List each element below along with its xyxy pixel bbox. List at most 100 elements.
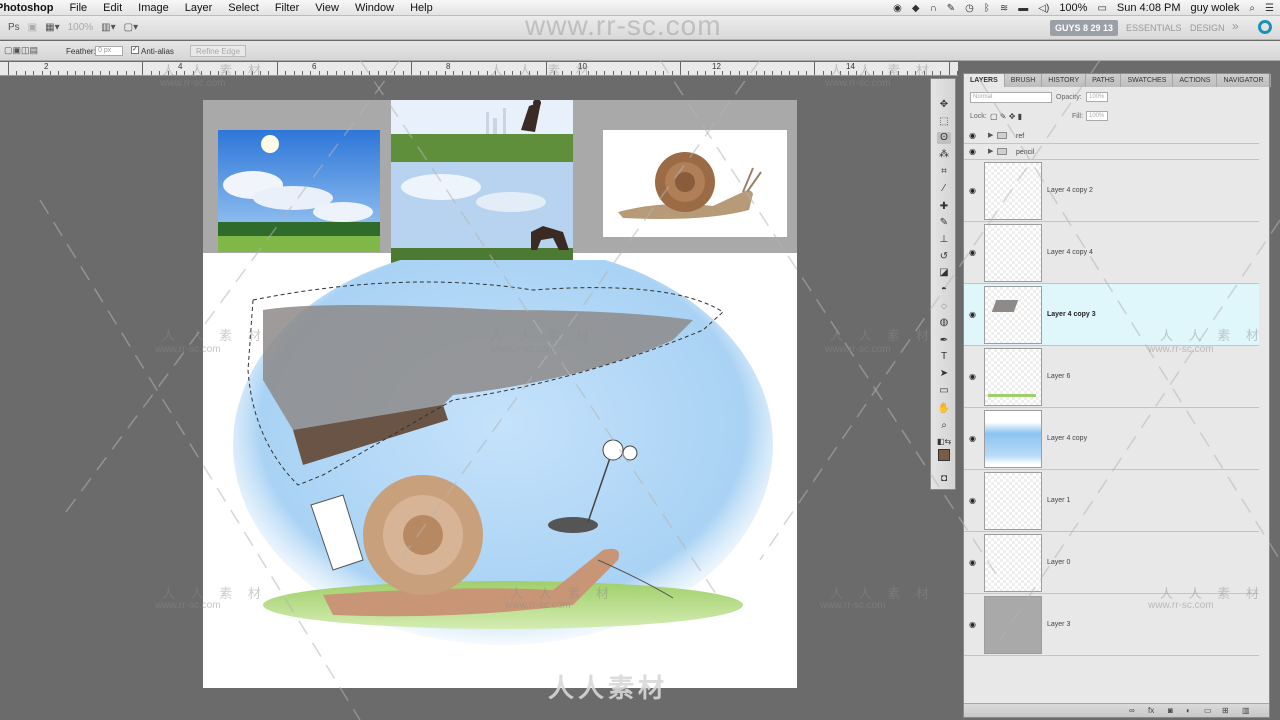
- launch-bridge-icon[interactable]: Ps: [8, 22, 20, 33]
- tab-navigator[interactable]: NAVIGATOR: [1217, 74, 1271, 87]
- workspace-design[interactable]: DESIGN: [1190, 23, 1225, 33]
- menu-file[interactable]: File: [61, 2, 95, 14]
- eyedropper-tool-icon[interactable]: ⁄: [937, 183, 951, 195]
- eraser-tool-icon[interactable]: ◪: [937, 267, 951, 279]
- layer-row[interactable]: ◉ Layer 1: [964, 470, 1259, 532]
- visibility-eye-icon[interactable]: ◉: [969, 435, 979, 443]
- visibility-eye-icon[interactable]: ◉: [969, 187, 979, 195]
- fill-input[interactable]: 100%: [1086, 111, 1108, 121]
- disclosure-triangle-icon[interactable]: ▶: [988, 131, 993, 139]
- new-layer-icon[interactable]: ⊞: [1222, 706, 1229, 715]
- layer-name[interactable]: Layer 4 copy 3: [1047, 311, 1096, 318]
- app-menu[interactable]: Photoshop: [0, 2, 61, 14]
- layer-group-name[interactable]: pencil: [1016, 149, 1034, 156]
- layer-name[interactable]: Layer 6: [1047, 373, 1070, 380]
- adjustment-layer-icon[interactable]: ◐: [1186, 706, 1191, 715]
- menu-edit[interactable]: Edit: [95, 2, 130, 14]
- clone-stamp-tool-icon[interactable]: ⊥: [937, 234, 951, 246]
- layer-row[interactable]: ◉ Layer 0: [964, 532, 1259, 594]
- selection-mode-icons[interactable]: ▢▣◫▤: [4, 45, 38, 56]
- search-icon[interactable]: [1258, 20, 1272, 34]
- menu-window[interactable]: Window: [347, 2, 402, 14]
- dodge-tool-icon[interactable]: ◍: [937, 317, 951, 329]
- battery-percent[interactable]: 100%: [1059, 2, 1087, 14]
- visibility-eye-icon[interactable]: ◉: [969, 132, 979, 140]
- time-machine-icon[interactable]: ◷: [965, 3, 974, 14]
- menu-filter[interactable]: Filter: [267, 2, 307, 14]
- quick-selection-tool-icon[interactable]: ⁂: [937, 149, 951, 161]
- brush-tool-icon[interactable]: ✎: [937, 217, 951, 229]
- wifi-icon[interactable]: ≋: [1000, 3, 1008, 14]
- new-group-icon[interactable]: ▭: [1204, 706, 1212, 715]
- view-extras-icon[interactable]: ▦▾: [45, 22, 59, 33]
- arrange-documents-icon[interactable]: ▥▾: [101, 22, 115, 33]
- refine-edge-button[interactable]: Refine Edge: [190, 45, 247, 57]
- more-workspaces-button[interactable]: »: [1232, 19, 1239, 33]
- layer-group-name[interactable]: ref: [1016, 133, 1024, 140]
- tab-paths[interactable]: PATHS: [1086, 74, 1122, 87]
- visibility-eye-icon[interactable]: ◉: [969, 621, 979, 629]
- layer-name[interactable]: Layer 3: [1047, 621, 1070, 628]
- record-icon[interactable]: ◉: [893, 3, 902, 14]
- layer-row[interactable]: ◉ Layer 4 copy 2: [964, 160, 1259, 222]
- quick-mask-icon[interactable]: ◘: [937, 473, 951, 485]
- dropbox-icon[interactable]: ◆: [912, 3, 920, 14]
- marquee-tool-icon[interactable]: ⬚: [937, 116, 951, 128]
- evernote-icon[interactable]: ✎: [947, 3, 955, 14]
- delete-layer-icon[interactable]: ▥: [1242, 706, 1250, 715]
- layer-group-row[interactable]: ◉ ▶ pencil: [964, 144, 1259, 160]
- screen-mode-icon[interactable]: ▢▾: [124, 22, 138, 33]
- move-tool-icon[interactable]: ✥: [937, 99, 951, 111]
- layer-name[interactable]: Layer 4 copy: [1047, 435, 1087, 442]
- path-selection-tool-icon[interactable]: ➤: [937, 368, 951, 380]
- layer-name[interactable]: Layer 1: [1047, 497, 1070, 504]
- antialias-checkbox[interactable]: ✓: [131, 46, 139, 54]
- pen-tool-icon[interactable]: ✒: [937, 335, 951, 347]
- visibility-eye-icon[interactable]: ◉: [969, 497, 979, 505]
- user-name[interactable]: guy wolek: [1191, 2, 1240, 14]
- layer-name[interactable]: Layer 4 copy 2: [1047, 187, 1093, 194]
- healing-brush-tool-icon[interactable]: ✚: [937, 201, 951, 213]
- visibility-eye-icon[interactable]: ◉: [969, 373, 979, 381]
- disclosure-triangle-icon[interactable]: ▶: [988, 147, 993, 155]
- flag-icon[interactable]: ▬: [1018, 3, 1028, 14]
- layer-row[interactable]: ◉ Layer 3: [964, 594, 1259, 656]
- crop-tool-icon[interactable]: ⌗: [937, 166, 951, 178]
- blend-mode-select[interactable]: Normal: [970, 92, 1052, 103]
- volume-icon[interactable]: ◁): [1038, 3, 1049, 14]
- link-layers-icon[interactable]: ∞: [1129, 706, 1135, 715]
- menu-select[interactable]: Select: [220, 2, 267, 14]
- tab-history[interactable]: HISTORY: [1042, 74, 1087, 87]
- layer-group-row[interactable]: ◉ ▶ ref: [964, 128, 1259, 144]
- opacity-input[interactable]: 100%: [1086, 92, 1108, 102]
- layer-style-icon[interactable]: fx: [1148, 706, 1154, 715]
- feather-input[interactable]: 0 px: [95, 46, 123, 56]
- headphones-icon[interactable]: ∩: [930, 3, 937, 14]
- layer-name[interactable]: Layer 4 copy 4: [1047, 249, 1093, 256]
- bluetooth-icon[interactable]: ᛒ: [984, 3, 990, 14]
- tab-brush[interactable]: BRUSH: [1005, 74, 1043, 87]
- visibility-eye-icon[interactable]: ◉: [969, 148, 979, 156]
- shape-tool-icon[interactable]: ▭: [937, 385, 951, 397]
- layer-mask-icon[interactable]: ◙: [1168, 706, 1173, 715]
- document-canvas[interactable]: [203, 100, 797, 688]
- lasso-tool-icon[interactable]: ʘ: [937, 132, 951, 144]
- tab-layers[interactable]: LAYERS: [964, 74, 1005, 87]
- layer-name[interactable]: Layer 0: [1047, 559, 1070, 566]
- layer-row[interactable]: ◉ Layer 4 copy: [964, 408, 1259, 470]
- tab-actions[interactable]: ACTIONS: [1173, 74, 1218, 87]
- visibility-eye-icon[interactable]: ◉: [969, 249, 979, 257]
- foreground-color-swatch[interactable]: [938, 449, 950, 461]
- default-colors-icon[interactable]: ◧⇆: [937, 436, 951, 448]
- launch-minibridge-icon[interactable]: ▣: [28, 22, 37, 33]
- zoom-level[interactable]: 100%: [68, 22, 94, 33]
- layer-row[interactable]: ◉ Layer 4 copy 3: [964, 284, 1259, 346]
- menu-view[interactable]: View: [307, 2, 347, 14]
- visibility-eye-icon[interactable]: ◉: [969, 311, 979, 319]
- lock-icons[interactable]: ▢ ✎ ✥ ▮: [990, 112, 1022, 121]
- spotlight-icon[interactable]: ⌕: [1249, 3, 1255, 14]
- clock[interactable]: Sun 4:08 PM: [1117, 2, 1181, 14]
- battery-icon[interactable]: ▭: [1097, 3, 1106, 14]
- notification-center-icon[interactable]: ☰: [1265, 3, 1274, 14]
- menu-layer[interactable]: Layer: [177, 2, 221, 14]
